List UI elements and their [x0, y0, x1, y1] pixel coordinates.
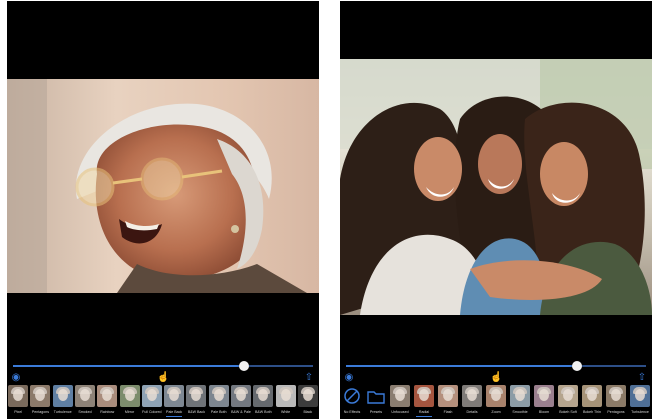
effect-thumb-flash[interactable]: Flash	[437, 385, 459, 419]
effect-intensity-slider[interactable]	[13, 361, 313, 371]
share-icon[interactable]: ⇧	[303, 372, 315, 384]
slider-thumb[interactable]	[572, 361, 582, 371]
effect-thumb-image	[462, 385, 482, 407]
effect-thumb-radial[interactable]: Radial	[413, 385, 435, 419]
effect-thumb-image	[390, 385, 410, 407]
left-app-screen: ◉ ☝ ⇧ Pixel Pentagons Turbulence Smoked Rain…	[7, 1, 319, 419]
effect-thumb-image	[164, 385, 185, 407]
effect-intensity-slider[interactable]	[346, 361, 646, 371]
effects-strip: No Effects Presets Unfocused Radial Flash Det…	[340, 385, 652, 419]
effect-thumb-image	[186, 385, 207, 407]
effect-thumb-image	[510, 385, 530, 407]
effect-thumb-image	[534, 385, 554, 407]
effect-thumb-image	[75, 385, 95, 407]
no-effects-icon	[342, 385, 362, 407]
slider-fill	[346, 365, 577, 367]
effect-thumb-image	[438, 385, 458, 407]
effect-thumb-unfocused[interactable]: Unfocused	[389, 385, 411, 419]
effect-thumb-image	[52, 385, 73, 407]
effects-strip: Pixel Pentagons Turbulence Smoked Rainbow Mir…	[7, 385, 319, 419]
effect-thumb-bloom[interactable]: Bloom	[533, 385, 555, 419]
effect-thumb-presets[interactable]: Presets	[365, 385, 387, 419]
effect-thumb-zoom[interactable]: Zoom	[485, 385, 507, 419]
effect-thumb-image	[8, 385, 29, 407]
effect-thumb-image	[253, 385, 274, 407]
effect-thumb-image	[606, 385, 626, 407]
right-app-screen: ◉ ☝ ⇧ No Effects Presets Unfocused Radial Fl…	[340, 1, 652, 419]
share-icon[interactable]: ⇧	[636, 372, 648, 384]
effect-thumb-image	[297, 385, 318, 407]
effect-thumb-bokeh-thin[interactable]: Bokeh Thin	[581, 385, 603, 419]
slider-fill	[13, 365, 244, 367]
folder-icon	[366, 385, 386, 407]
effect-thumb-image	[486, 385, 506, 407]
effect-thumb-image	[275, 385, 296, 407]
effect-thumb-image	[558, 385, 578, 407]
effect-thumb-image	[630, 385, 650, 407]
effect-thumb-label: Turbulence	[631, 410, 649, 414]
selected-indicator	[166, 416, 183, 417]
effect-thumb-image	[208, 385, 229, 407]
effect-thumb-image	[141, 385, 162, 407]
effect-thumb-image	[414, 385, 434, 407]
effect-thumb-image	[97, 385, 118, 407]
effect-thumb-image	[582, 385, 602, 407]
photo-preview	[340, 59, 652, 315]
effect-thumb-image	[231, 385, 251, 407]
selected-indicator	[416, 416, 432, 417]
effect-thumb-no-effects[interactable]: No Effects	[341, 385, 363, 419]
effect-thumb-turbulence[interactable]: Turbulence	[629, 385, 651, 419]
effect-thumb-label: Black	[303, 410, 313, 414]
camera-icon[interactable]: ◉	[10, 372, 22, 384]
toolbar: ◉ ☝ ⇧	[7, 372, 319, 384]
effect-thumb-black[interactable]: Black	[297, 385, 319, 419]
toolbar: ◉ ☝ ⇧	[340, 372, 652, 384]
effect-thumb-image	[30, 385, 51, 407]
photo-preview	[7, 79, 319, 293]
effect-thumb-image	[119, 385, 140, 407]
touch-hand-icon[interactable]: ☝	[157, 372, 169, 384]
camera-icon[interactable]: ◉	[343, 372, 355, 384]
effect-thumb-smoothie[interactable]: Smoothie	[509, 385, 531, 419]
slider-thumb[interactable]	[239, 361, 249, 371]
touch-hand-icon[interactable]: ☝	[490, 372, 502, 384]
photo-elderly-woman-laughing	[7, 79, 307, 293]
effect-thumb-details[interactable]: Details	[461, 385, 483, 419]
effect-thumb-bokeh-soft[interactable]: Bokeh Soft	[557, 385, 579, 419]
effect-thumb-pentagons[interactable]: Pentagons	[605, 385, 627, 419]
photo-three-women-laughing	[340, 59, 652, 315]
